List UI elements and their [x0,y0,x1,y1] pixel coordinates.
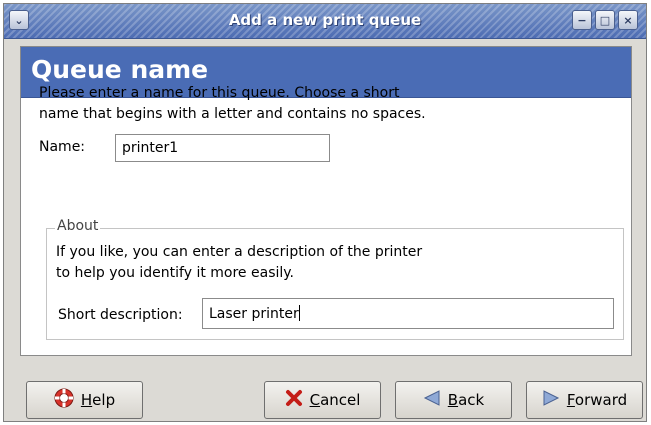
cancel-label: Cancel [309,391,361,409]
instructions-text: Please enter a name for this queue. Choo… [39,85,426,122]
cancel-button[interactable]: Cancel [264,381,381,419]
help-label: Help [80,391,116,409]
short-description-label: Short description: [58,307,183,323]
name-input[interactable]: printer1 [115,134,330,162]
about-legend: About [55,218,101,234]
short-description-input[interactable]: Laser printer [202,298,614,329]
maximize-icon: □ [599,13,611,27]
forward-label: Forward [566,391,628,409]
back-button[interactable]: Back [395,381,512,419]
back-label: Back [447,391,485,409]
window-title: Add a new print queue [228,11,422,29]
name-label: Name: [39,139,86,155]
about-text: If you like, you can enter a description… [56,244,423,281]
minimize-button[interactable]: − [572,10,592,30]
forward-button[interactable]: Forward [526,381,643,419]
maximize-button[interactable]: □ [595,10,615,30]
back-arrow-icon [423,389,441,411]
dialog-window: ⌄ Add a new print queue − □ × Queue name… [3,3,647,422]
minimize-icon: − [577,13,587,27]
close-button[interactable]: × [618,10,638,30]
lifebuoy-icon [54,388,74,412]
page-title: Queue name [31,55,209,84]
title-bar[interactable]: ⌄ Add a new print queue − □ × [4,4,646,39]
short-description-value: Laser printer [209,306,299,322]
forward-arrow-icon [542,389,560,411]
text-cursor [298,305,300,321]
help-button[interactable]: Help [26,381,143,419]
close-icon: × [623,13,633,27]
cancel-icon [285,389,303,411]
